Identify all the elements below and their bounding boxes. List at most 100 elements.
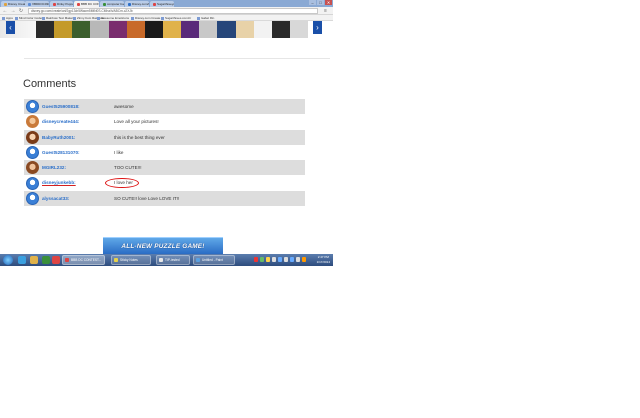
avatar[interactable] bbox=[26, 176, 39, 190]
clock-time: 2:47 PM bbox=[317, 255, 329, 259]
comment-username[interactable]: BabyRuth2001: bbox=[42, 130, 75, 145]
carousel-thumbnail[interactable] bbox=[217, 21, 236, 38]
taskbar-button[interactable]: Untitled - Paint bbox=[193, 255, 235, 265]
comment-row: MGIRL232: TOO CUTE!!! bbox=[24, 160, 305, 176]
tab-favicon-icon bbox=[128, 2, 131, 6]
tray-icon[interactable] bbox=[254, 257, 258, 262]
tray-icon[interactable] bbox=[296, 257, 300, 262]
carousel-thumbnail[interactable] bbox=[108, 21, 127, 38]
tray-icon[interactable] bbox=[266, 257, 270, 262]
avatar[interactable] bbox=[26, 191, 39, 205]
bookmark-icon bbox=[73, 16, 76, 20]
carousel-thumbnail[interactable] bbox=[253, 21, 272, 38]
carousel-thumbnail[interactable] bbox=[126, 21, 145, 38]
comment-row: disneyjunkebb: I love her bbox=[24, 175, 305, 190]
tab-favicon-icon bbox=[53, 2, 56, 6]
tray-icon[interactable] bbox=[302, 257, 306, 262]
comment-row: disneycreate444: Love all your pictures! bbox=[24, 114, 305, 129]
task-app-icon bbox=[65, 258, 69, 262]
carousel-thumbnail[interactable] bbox=[36, 21, 55, 38]
media-player-icon[interactable] bbox=[42, 256, 50, 264]
comment-row: BabyRuth2001: this is the best thing ever bbox=[24, 129, 305, 145]
carousel-thumbnail[interactable] bbox=[144, 21, 163, 38]
avatar[interactable] bbox=[26, 100, 39, 114]
start-button[interactable] bbox=[3, 255, 13, 265]
tab-label: BBB DC CONTEST WIN!! bbox=[81, 2, 99, 6]
address-bar[interactable]: disney.go.com/create/art/2gp13dr5Wacm5Mt… bbox=[28, 8, 318, 14]
carousel-thumbnail[interactable] bbox=[90, 21, 109, 38]
menu-icon[interactable]: ≡ bbox=[324, 8, 330, 14]
comment-username[interactable]: MGIRL232: bbox=[42, 160, 66, 175]
bookmark-icon bbox=[161, 16, 164, 20]
avatar[interactable] bbox=[26, 146, 39, 160]
tray-icon[interactable] bbox=[284, 257, 288, 262]
task-app-icon bbox=[159, 258, 163, 262]
ie-icon[interactable] bbox=[18, 256, 26, 264]
tray-icon[interactable] bbox=[278, 257, 282, 262]
screen: Disney Create - Disney Cl VBDDOC03C5 for … bbox=[0, 0, 333, 266]
reload-icon[interactable]: ↻ bbox=[18, 8, 24, 14]
carousel-thumbnails bbox=[36, 21, 309, 38]
avatar[interactable] bbox=[26, 161, 39, 175]
tray-icon[interactable] bbox=[260, 257, 264, 262]
carousel-next-button[interactable]: › bbox=[313, 21, 322, 34]
tray-icon[interactable] bbox=[272, 257, 276, 262]
comment-text: awesome bbox=[114, 104, 134, 109]
comment-username[interactable]: Guest528131070: bbox=[42, 145, 80, 160]
avatar[interactable] bbox=[26, 130, 39, 144]
explorer-icon[interactable] bbox=[30, 256, 38, 264]
art-carousel: ‹ › bbox=[0, 21, 333, 39]
tab-favicon-icon bbox=[28, 2, 31, 6]
comments-heading: Comments bbox=[23, 78, 77, 90]
taskbar-button[interactable]: BBB DC CONTEST... bbox=[62, 255, 105, 265]
tab-label: computer bug png bbox=[107, 2, 124, 6]
bookmark-label: Isabel Rin bbox=[201, 16, 215, 20]
close-button[interactable]: ✕ bbox=[325, 0, 332, 5]
maximize-button[interactable]: □ bbox=[317, 0, 324, 5]
chrome-icon[interactable] bbox=[52, 256, 60, 264]
task-app-icon bbox=[114, 258, 118, 262]
tray-icon[interactable] bbox=[290, 257, 294, 262]
taskbar-button[interactable]: Sticky Notes bbox=[111, 255, 151, 265]
comment-list: Guest525900818: awesome disneycreate444: Lo… bbox=[24, 99, 305, 207]
carousel-thumbnail[interactable] bbox=[181, 21, 200, 38]
bookmark-icon bbox=[15, 16, 18, 20]
comment-username[interactable]: disneyjunkebb: bbox=[42, 175, 76, 190]
comment-username[interactable]: disneycreate444: bbox=[42, 114, 79, 129]
tab-label: VBDDOC03C5 for Andro bbox=[32, 2, 49, 6]
clock[interactable]: 2:47 PM 1/17/2014 bbox=[317, 255, 330, 264]
carousel-thumbnail[interactable] bbox=[271, 21, 290, 38]
task-label: Sticky Notes bbox=[120, 258, 138, 262]
puzzle-game-ad[interactable]: ALL-NEW PUZZLE GAME! bbox=[103, 237, 223, 254]
carousel-thumbnail[interactable] bbox=[289, 21, 309, 38]
carousel-thumbnail[interactable] bbox=[235, 21, 254, 38]
taskbar-button[interactable]: TIP-iested bbox=[156, 255, 190, 265]
tab-label: Dinky Puppets by Jade bbox=[57, 2, 73, 6]
carousel-thumbnail[interactable] bbox=[199, 21, 218, 38]
browser-toolbar: ← → ↻ disney.go.com/create/art/2gp13dr5W… bbox=[0, 7, 333, 15]
minimize-button[interactable]: – bbox=[309, 0, 316, 5]
window-buttons: – □ ✕ bbox=[308, 0, 332, 6]
divider bbox=[24, 58, 330, 59]
back-icon[interactable]: ← bbox=[2, 8, 8, 14]
bookmark-label: Mind Color Codes bbox=[19, 16, 44, 20]
carousel-thumbnail[interactable] bbox=[54, 21, 73, 38]
comment-username[interactable]: alyssacat33: bbox=[42, 191, 69, 206]
clock-date: 1/17/2014 bbox=[316, 259, 330, 264]
comment-username[interactable]: Guest525900818: bbox=[42, 99, 80, 114]
bookmark-label: Rainbow Text Maker bbox=[46, 16, 74, 20]
carousel-thumbnail[interactable] bbox=[72, 21, 91, 38]
bookmark-icon bbox=[42, 16, 45, 20]
task-label: TIP-iested bbox=[165, 258, 180, 262]
task-label: BBB DC CONTEST... bbox=[71, 258, 102, 262]
tab-favicon-icon bbox=[4, 2, 7, 6]
forward-icon[interactable]: → bbox=[10, 8, 16, 14]
carousel-thumbnail[interactable] bbox=[162, 21, 182, 38]
bookmark-label: Sugarthrees.com/cr bbox=[165, 16, 192, 20]
tab-favicon-icon bbox=[153, 2, 156, 6]
browser-tab-strip: Disney Create - Disney Cl VBDDOC03C5 for … bbox=[0, 0, 333, 7]
carousel-prev-button[interactable]: ‹ bbox=[6, 21, 15, 34]
avatar[interactable] bbox=[26, 115, 39, 129]
comment-text: I like bbox=[114, 149, 124, 155]
red-circle-annotation bbox=[105, 177, 139, 188]
